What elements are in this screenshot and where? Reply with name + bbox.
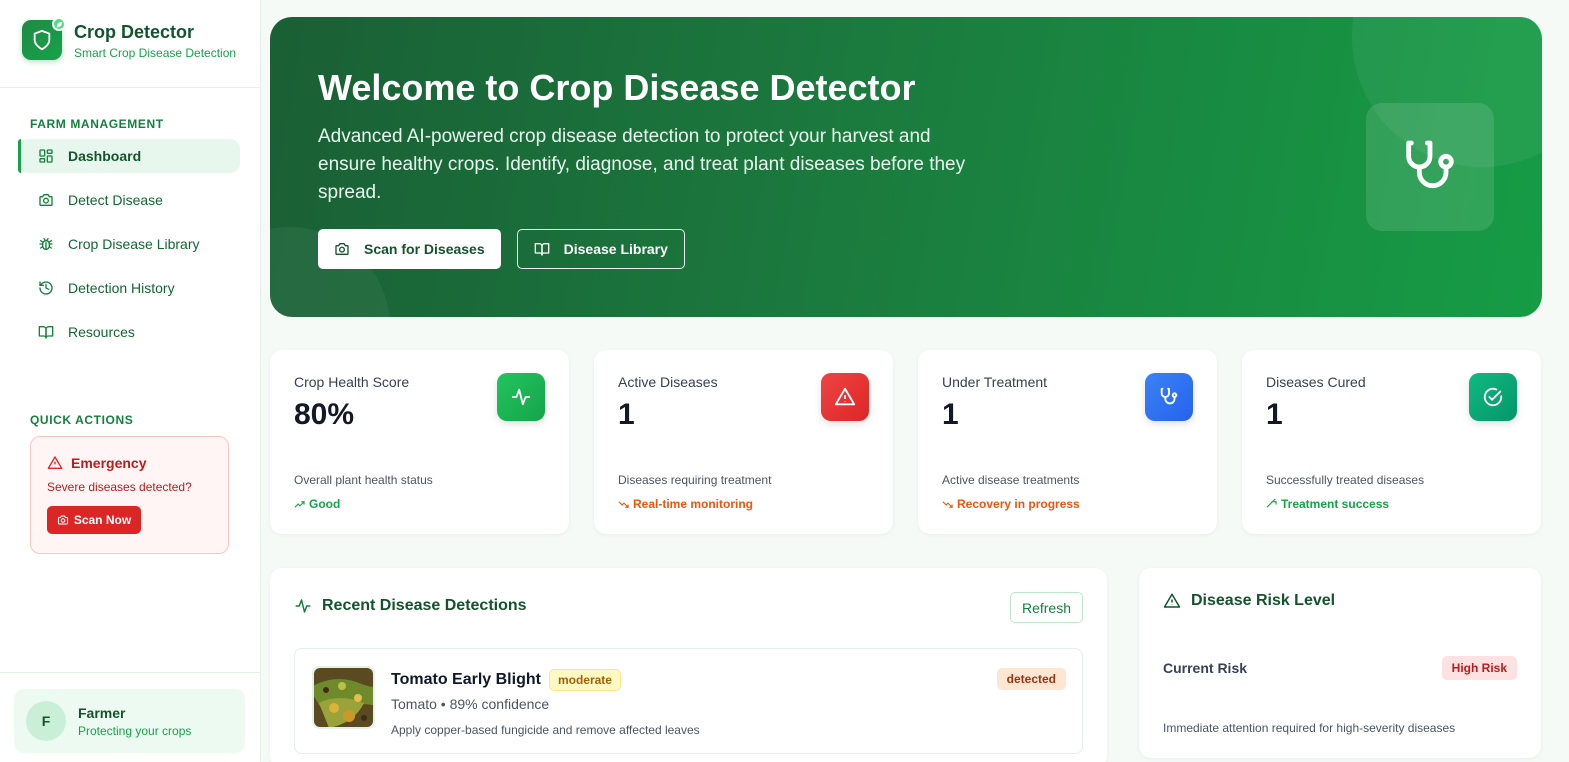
stat-desc: Overall plant health status xyxy=(294,473,433,487)
disease-risk-panel: Disease Risk Level Current Risk High Ris… xyxy=(1139,568,1541,758)
camera-icon xyxy=(335,243,349,255)
leaf-thumbnail xyxy=(312,666,375,729)
stat-card-diseases-cured: Diseases Cured 1 Successfully treated di… xyxy=(1242,350,1541,534)
stat-icon-box xyxy=(497,373,545,421)
disease-library-button[interactable]: Disease Library xyxy=(516,229,685,269)
stat-trend: Good xyxy=(294,497,340,511)
panel-title: Disease Risk Level xyxy=(1191,592,1336,609)
status-badge: detected xyxy=(996,668,1066,690)
stat-trend-label: Real-time monitoring xyxy=(633,497,754,511)
stat-desc: Successfully treated diseases xyxy=(1266,473,1425,487)
stat-trend-label: Good xyxy=(309,497,341,511)
hero-title: Welcome to Crop Disease Detector xyxy=(318,67,916,108)
emergency-title: Emergency xyxy=(71,455,147,471)
stat-desc: Diseases requiring treatment xyxy=(618,473,772,487)
activity-icon xyxy=(511,388,531,406)
sidebar-item-label: Resources xyxy=(68,324,135,340)
welcome-hero: Welcome to Crop Disease Detector Advance… xyxy=(270,17,1542,317)
sidebar-item-dashboard[interactable]: Dashboard xyxy=(18,139,240,173)
detection-title: Tomato Early Blight moderate xyxy=(391,669,621,691)
quick-actions-label: QUICK ACTIONS xyxy=(30,413,134,427)
detection-meta: Tomato • 89% confidence xyxy=(391,696,550,712)
stat-icon-box xyxy=(1469,373,1517,421)
stat-card-under-treatment: Under Treatment 1 Active disease treatme… xyxy=(918,350,1217,534)
activity-icon xyxy=(295,599,311,613)
trending-up-icon xyxy=(1266,498,1277,508)
disease-name: Tomato Early Blight xyxy=(391,671,541,688)
layout-grid-icon xyxy=(39,149,53,163)
sidebar-item-label: Crop Disease Library xyxy=(68,236,200,252)
alert-triangle-icon xyxy=(834,387,856,406)
stethoscope-icon xyxy=(1406,140,1454,189)
panel-title: Recent Disease Detections xyxy=(322,597,527,614)
sidebar-item-resources[interactable]: Resources xyxy=(18,315,240,349)
stat-icon-box xyxy=(1145,373,1193,421)
check-circle-icon xyxy=(1483,387,1503,407)
sidebar-item-label: Dashboard xyxy=(68,148,142,164)
emergency-card: Emergency Severe diseases detected? Scan… xyxy=(30,436,229,554)
stethoscope-icon xyxy=(1160,387,1178,405)
trending-down-icon xyxy=(942,500,953,508)
history-icon xyxy=(39,281,53,295)
stat-trend-label: Treatment success xyxy=(1281,497,1390,511)
detection-row[interactable]: Tomato Early Blight moderate Tomato • 89… xyxy=(294,648,1083,754)
stat-trend: Real-time monitoring xyxy=(618,497,753,511)
stat-card-active-diseases: Active Diseases 1 Diseases requiring tre… xyxy=(594,350,893,534)
shield-logo-icon xyxy=(22,17,66,60)
recent-detections-panel: Recent Disease Detections Refresh Tomato… xyxy=(270,568,1107,762)
refresh-button[interactable]: Refresh xyxy=(1010,592,1083,623)
sidebar-item-label: Detect Disease xyxy=(68,192,163,208)
button-label: Disease Library xyxy=(563,241,668,257)
stat-trend: Recovery in progress xyxy=(942,497,1080,511)
user-subtitle: Protecting your crops xyxy=(78,723,192,738)
current-risk-label: Current Risk xyxy=(1163,660,1248,676)
camera-icon xyxy=(57,515,68,525)
scan-now-label: Scan Now xyxy=(73,513,132,527)
hero-text: Advanced AI-powered crop disease detecti… xyxy=(318,126,966,203)
button-label: Scan for Diseases xyxy=(364,241,485,257)
severity-badge: moderate xyxy=(548,669,621,691)
app-title: Crop Detector xyxy=(74,22,195,42)
stat-trend-label: Recovery in progress xyxy=(957,497,1080,511)
emergency-text: Severe diseases detected? xyxy=(47,480,192,494)
brand[interactable]: Crop Detector Smart Crop Disease Detecti… xyxy=(0,0,260,88)
farm-management-label: FARM MANAGEMENT xyxy=(30,117,164,131)
sidebar: Crop Detector Smart Crop Disease Detecti… xyxy=(0,0,261,762)
camera-icon xyxy=(39,194,53,206)
divider xyxy=(0,672,261,673)
trending-up-icon xyxy=(294,500,305,508)
trending-down-icon xyxy=(618,500,629,508)
stat-desc: Active disease treatments xyxy=(942,473,1080,487)
stat-icon-box xyxy=(821,373,869,421)
hero-icon-box xyxy=(1366,103,1494,231)
sidebar-nav: Dashboard Detect Disease Crop Disease Li… xyxy=(0,139,260,349)
sidebar-item-crop-disease-library[interactable]: Crop Disease Library xyxy=(18,227,240,261)
scan-now-button[interactable]: Scan Now xyxy=(47,506,141,534)
sidebar-item-detect-disease[interactable]: Detect Disease xyxy=(18,183,240,217)
stat-trend: Treatment success xyxy=(1266,497,1389,511)
risk-note: Immediate attention required for high-se… xyxy=(1163,721,1456,735)
book-open-icon xyxy=(534,243,549,256)
user-card[interactable]: F Farmer Protecting your crops xyxy=(14,689,245,753)
bug-icon xyxy=(39,238,53,250)
risk-badge: High Risk xyxy=(1441,656,1517,680)
sidebar-item-detection-history[interactable]: Detection History xyxy=(18,271,240,305)
leaf-icon xyxy=(52,17,66,31)
alert-triangle-icon xyxy=(1163,593,1181,608)
alert-triangle-icon xyxy=(47,456,63,469)
scan-for-diseases-button[interactable]: Scan for Diseases xyxy=(318,229,501,269)
sidebar-item-label: Detection History xyxy=(68,280,175,296)
avatar: F xyxy=(26,701,66,741)
app-subtitle: Smart Crop Disease Detection xyxy=(74,46,237,60)
user-name: Farmer xyxy=(78,704,126,721)
detection-note: Apply copper-based fungicide and remove … xyxy=(391,723,700,737)
stat-card-crop-health: Crop Health Score 80% Overall plant heal… xyxy=(270,350,569,534)
book-open-icon xyxy=(38,326,54,339)
